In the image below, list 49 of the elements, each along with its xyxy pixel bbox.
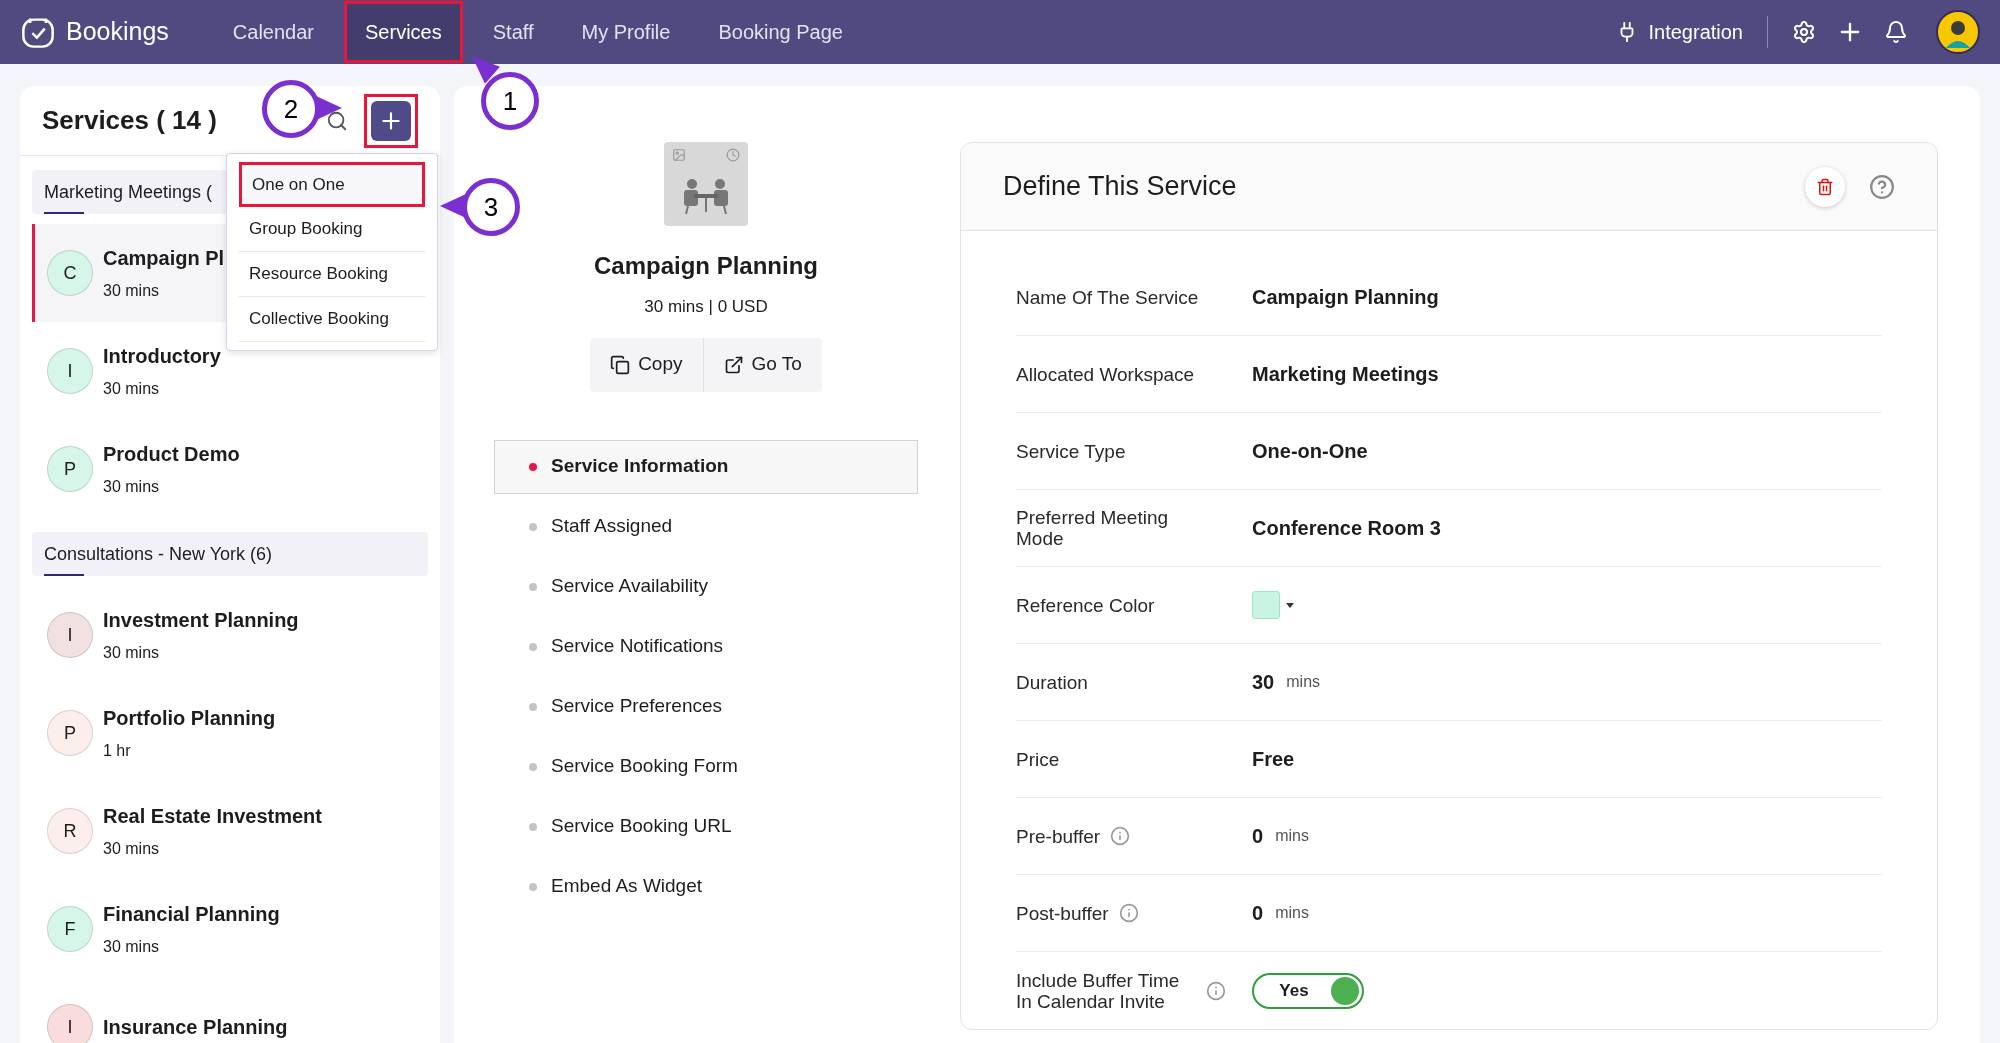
service-avatar: F [47, 906, 93, 952]
service-name: Insurance Planning [103, 1015, 288, 1040]
service-avatar: I [47, 612, 93, 658]
service-avatar: P [47, 446, 93, 492]
field-value: 0 [1252, 824, 1264, 849]
service-duration: 30 mins [103, 643, 161, 663]
service-duration: 30 mins [103, 379, 161, 399]
field-label: Service Type [1016, 440, 1126, 462]
card-title: Define This Service [1003, 170, 1237, 204]
field-value: One-on-One [1252, 439, 1368, 464]
service-avatar: P [47, 710, 93, 756]
service-duration: 30 mins [103, 937, 161, 957]
field-value: Conference Room 3 [1252, 516, 1441, 541]
service-name: Campaign Pl [103, 246, 225, 271]
service-avatar: I [47, 1004, 93, 1043]
field-value: Campaign Planning [1252, 285, 1439, 310]
field-label: Price [1016, 748, 1060, 770]
field-unit: mins [1275, 903, 1309, 923]
service-avatar: I [47, 348, 93, 394]
service-name: Financial Planning [103, 902, 280, 927]
field-label: Preferred Meeting Mode [1016, 507, 1170, 549]
field-label: Duration [1016, 671, 1088, 693]
field-value: Free [1252, 747, 1295, 772]
service-avatar: R [47, 808, 93, 854]
service-duration: 30 mins [103, 839, 161, 859]
service-duration: 30 mins [103, 477, 161, 497]
field-value: 0 [1252, 901, 1264, 926]
brand-name: Bookings [66, 16, 169, 48]
field-label: Allocated Workspace [1016, 363, 1195, 385]
field-label: Pre-buffer [1016, 825, 1101, 847]
field-label: Reference Color [1016, 594, 1155, 616]
service-avatar: C [47, 250, 93, 296]
service-duration: 1 hr [103, 741, 132, 761]
service-subtitle: 30 mins | 0 USD [644, 296, 768, 318]
service-duration: 30 mins [103, 281, 161, 301]
field-value: Marketing Meetings [1252, 362, 1439, 387]
field-label: Include Buffer Time In Calendar Invite [1016, 969, 1181, 1012]
service-title: Campaign Planning [594, 251, 818, 281]
service-name: Investment Planning [103, 608, 299, 633]
field-unit: mins [1286, 672, 1321, 692]
service-name: Portfolio Planning [103, 706, 276, 731]
field-unit: mins [1275, 826, 1309, 846]
field-label: Post-buffer [1016, 902, 1109, 924]
service-name: Real Estate Investment [103, 804, 322, 829]
service-name: Product Demo [103, 442, 240, 467]
field-value: 30 [1252, 670, 1275, 695]
service-name: Introductory [103, 344, 221, 369]
field-label: Name Of The Service [1016, 286, 1199, 308]
panel-title: Services ( 14 ) [42, 104, 217, 137]
